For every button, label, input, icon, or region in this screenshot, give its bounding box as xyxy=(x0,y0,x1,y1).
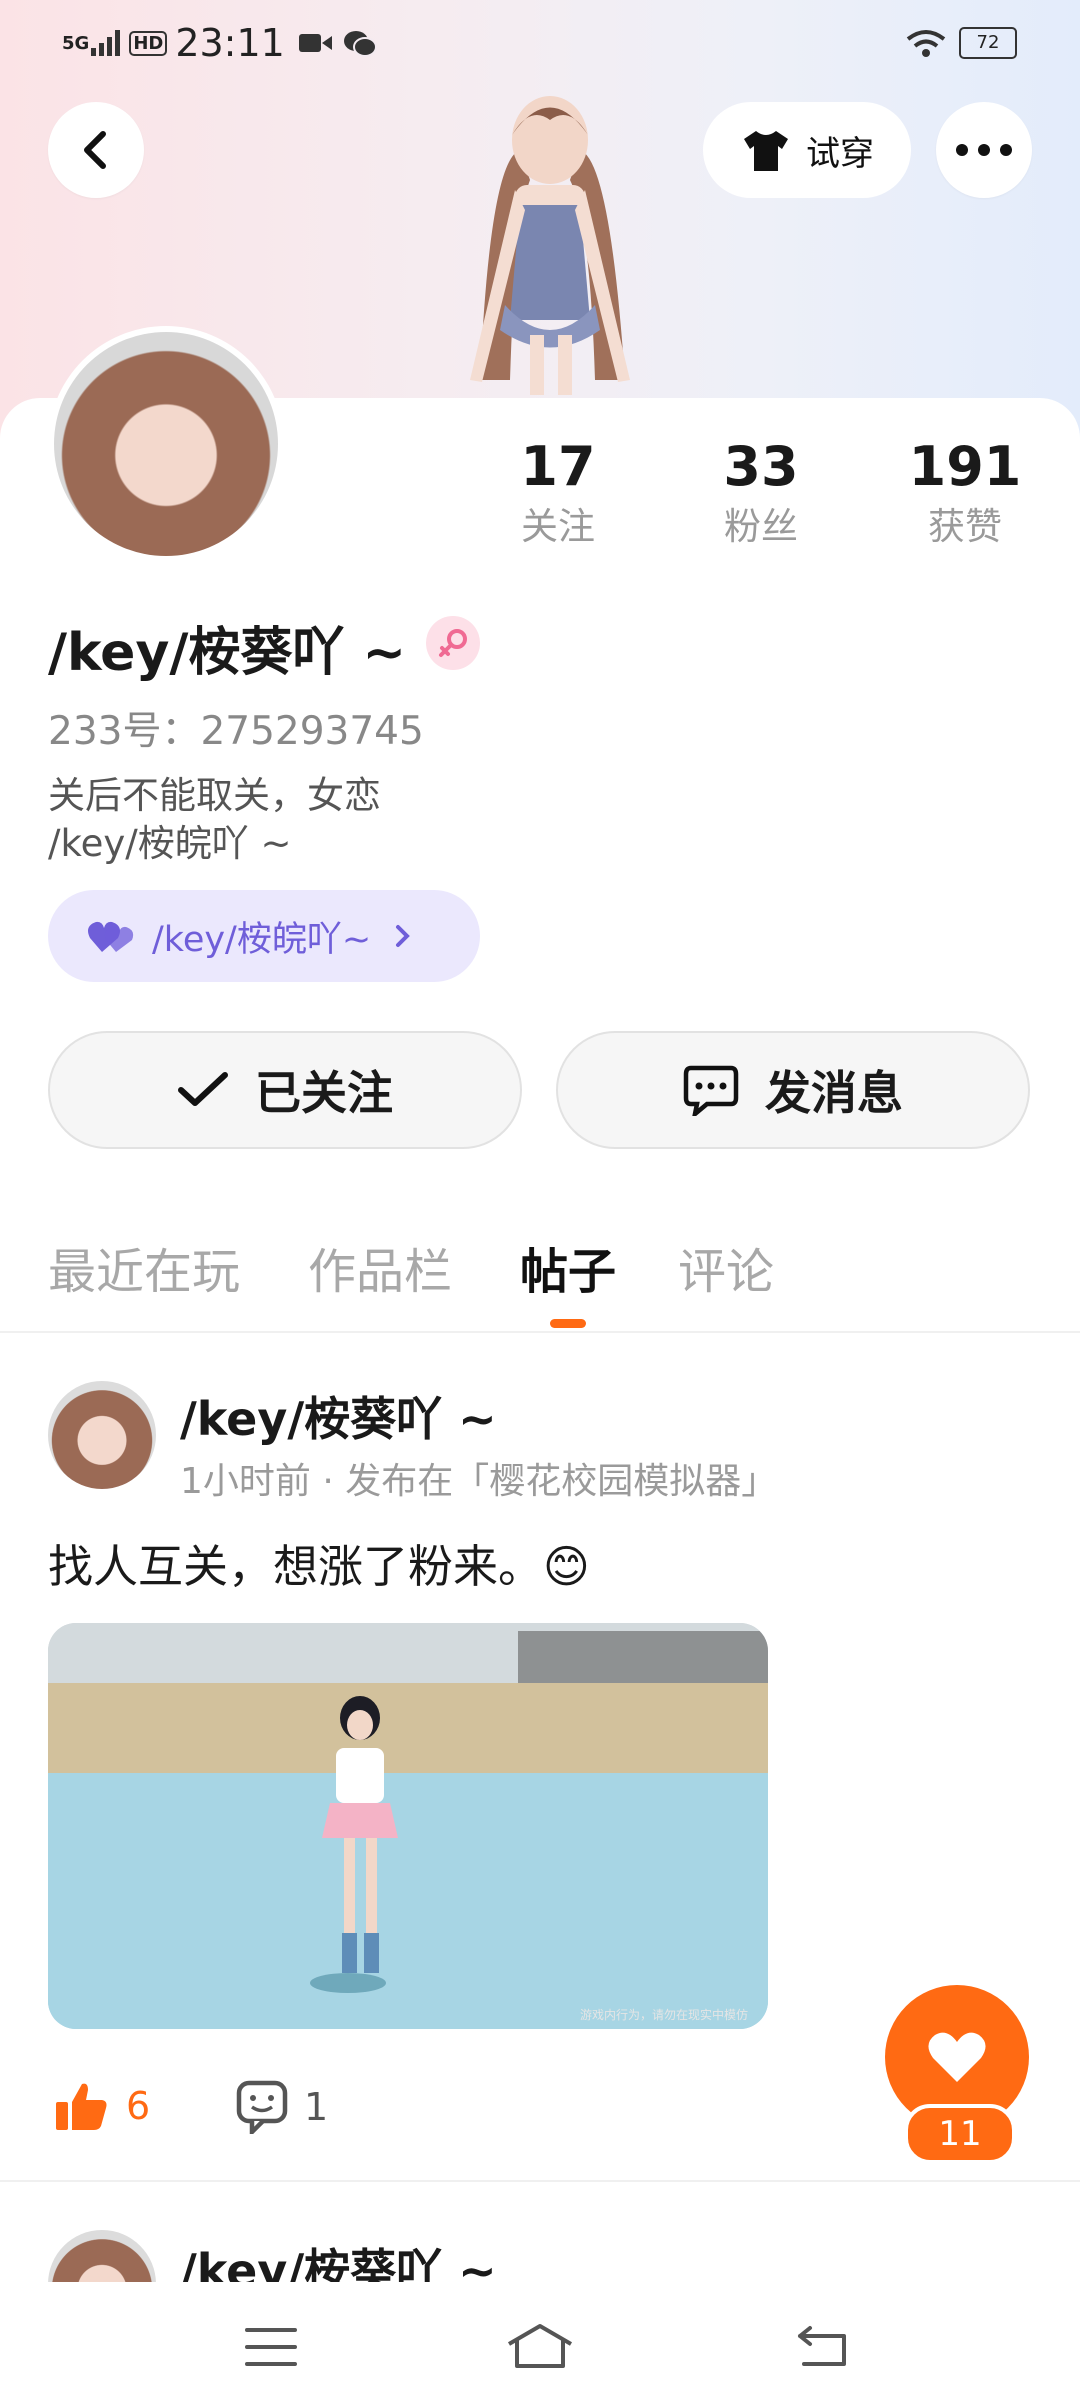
hd-badge: HD xyxy=(129,30,168,56)
status-bar-left: 5G HD 23:11 xyxy=(62,18,377,68)
tab-posts[interactable]: 帖子 xyxy=(520,1232,616,1302)
system-navigation-bar xyxy=(0,2282,1080,2408)
tab-comments[interactable]: 评论 xyxy=(678,1232,774,1302)
like-action[interactable]: 6 xyxy=(54,2080,150,2132)
partner-chip[interactable]: /key/桉皖吖~ xyxy=(48,890,480,982)
followed-label: 已关注 xyxy=(255,1066,393,1120)
bio-line-2: /key/桉皖吖 ~ xyxy=(48,822,292,865)
double-heart-icon xyxy=(88,921,134,952)
battery-indicator: 72 xyxy=(959,27,1017,59)
send-message-button[interactable]: 发消息 xyxy=(556,1031,1030,1149)
stat-fans-label: 粉丝 xyxy=(724,505,798,548)
profile-avatar[interactable] xyxy=(48,326,284,562)
status-time: 23:11 xyxy=(175,21,285,65)
active-tab-indicator xyxy=(550,1319,586,1328)
stat-following-value: 17 xyxy=(520,435,596,498)
tshirt-icon xyxy=(744,131,788,171)
like-count: 6 xyxy=(126,2084,151,2128)
stat-following[interactable]: 17 关注 xyxy=(473,432,643,552)
chevron-right-icon xyxy=(396,925,411,947)
female-gender-icon xyxy=(426,616,480,670)
post-text: 找人互关，想涨了粉来。😊 xyxy=(48,1540,590,1593)
comment-icon xyxy=(236,2080,288,2134)
image-watermark: 游戏内行为，请勿在现实中模仿 xyxy=(579,2008,748,2022)
more-dots-icon xyxy=(956,144,1012,156)
check-icon xyxy=(178,1072,228,1106)
back-nav-icon[interactable] xyxy=(796,2324,850,2368)
post-author-avatar[interactable] xyxy=(48,1381,156,1489)
send-message-label: 发消息 xyxy=(765,1066,903,1120)
back-button[interactable] xyxy=(48,102,144,198)
post-author-name[interactable]: /key/桉葵吖 ~ xyxy=(180,1383,497,1449)
comment-count: 1 xyxy=(304,2085,329,2129)
stat-likes[interactable]: 191 获赞 xyxy=(880,432,1050,552)
heart-icon xyxy=(928,2032,986,2082)
profile-username: /key/桉葵吖 ~ xyxy=(48,623,407,683)
chat-bubble-icon xyxy=(683,1065,739,1116)
post-image[interactable]: 游戏内行为，请勿在现实中模仿 xyxy=(48,1623,768,2029)
game-scene-image xyxy=(48,1623,768,2029)
stat-fans[interactable]: 33 粉丝 xyxy=(676,432,846,552)
floating-like-count: 11 xyxy=(904,2104,1016,2164)
stat-following-label: 关注 xyxy=(521,505,595,548)
try-on-label: 试穿 xyxy=(806,133,874,174)
bio-line-1: 关后不能取关，女恋 xyxy=(48,774,381,817)
profile-bio: 关后不能取关，女恋 /key/桉皖吖 ~ xyxy=(48,772,381,868)
home-icon[interactable] xyxy=(505,2322,575,2370)
stat-likes-value: 191 xyxy=(908,435,1022,498)
stat-likes-label: 获赞 xyxy=(928,505,1002,548)
signal-icon xyxy=(91,30,121,56)
post-divider xyxy=(0,2180,1080,2182)
user-id: 233号：275293745 xyxy=(48,709,424,754)
followed-button[interactable]: 已关注 xyxy=(48,1031,522,1149)
battery-level: 72 xyxy=(976,32,1000,53)
stat-fans-value: 33 xyxy=(723,435,799,498)
tab-works[interactable]: 作品栏 xyxy=(308,1232,452,1302)
partner-name: /key/桉皖吖~ xyxy=(152,919,372,960)
character-figure xyxy=(470,96,630,395)
post-meta: 1小时前 · 发布在「樱花校园模拟器」 xyxy=(180,1461,778,1502)
video-call-icon xyxy=(298,34,332,52)
tab-divider xyxy=(0,1331,1080,1333)
network-indicator: 5G xyxy=(62,32,90,54)
wechat-icon xyxy=(343,31,377,57)
wifi-icon xyxy=(906,30,946,57)
menu-icon[interactable] xyxy=(244,2326,298,2368)
thumbs-up-icon xyxy=(56,2083,107,2130)
status-bar-right: 72 xyxy=(905,18,1017,68)
chevron-left-icon xyxy=(84,131,106,169)
try-on-button[interactable]: 试穿 xyxy=(703,102,911,198)
more-button[interactable] xyxy=(936,102,1032,198)
tab-recently-played[interactable]: 最近在玩 xyxy=(48,1232,240,1302)
comment-action[interactable]: 1 xyxy=(236,2080,328,2134)
